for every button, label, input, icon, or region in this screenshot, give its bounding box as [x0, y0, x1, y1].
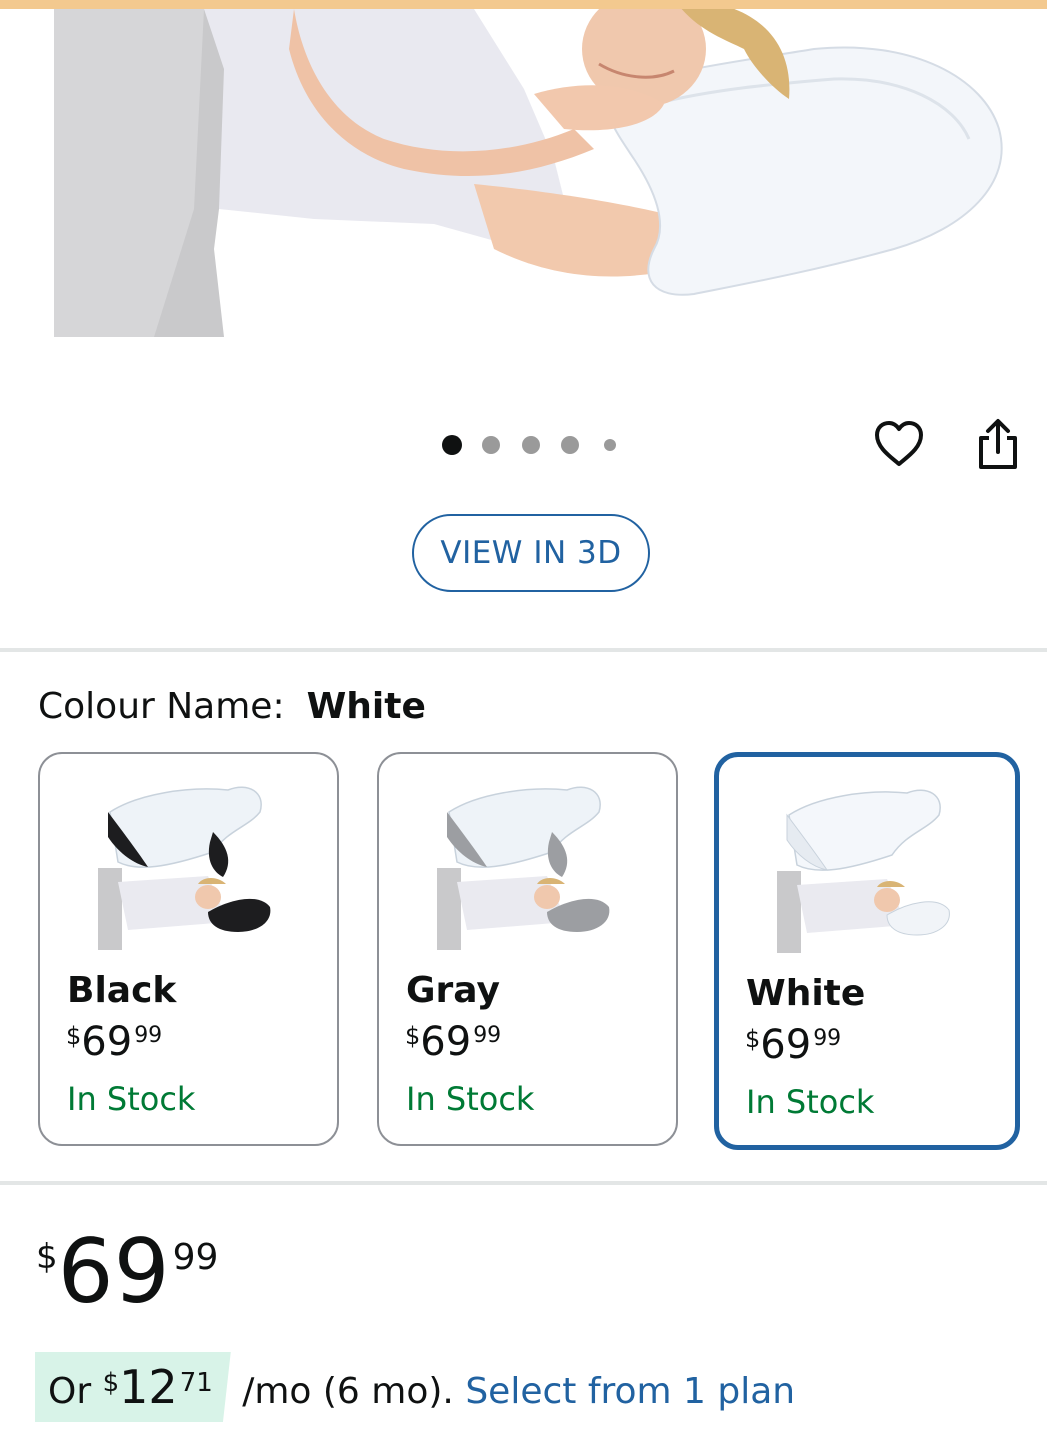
carousel-dot-active[interactable]: [442, 435, 462, 455]
colour-option-price: $6999: [405, 1022, 501, 1062]
gray-pillow-thumbnail: [437, 786, 610, 950]
stock-status: In Stock: [67, 1080, 196, 1118]
view-in-3d-button[interactable]: VIEW IN 3D: [412, 514, 650, 592]
product-photo: [54, 9, 1003, 337]
price-currency: $: [36, 1237, 58, 1277]
installment-plan: Or $1271 /mo (6 mo). Select from 1 plan: [35, 1352, 795, 1422]
black-pillow-thumbnail: [98, 786, 271, 950]
installment-term: /mo (6 mo).: [230, 1371, 466, 1412]
installment-whole: 12: [119, 1360, 178, 1414]
product-price: $6999: [36, 1228, 218, 1316]
colour-option-white[interactable]: White $6999 In Stock: [714, 752, 1020, 1150]
stock-status: In Stock: [746, 1083, 875, 1121]
top-accent-strip: [0, 0, 1047, 9]
colour-option-name: Black: [67, 970, 177, 1011]
select-plan-link[interactable]: Select from 1 plan: [465, 1371, 795, 1412]
section-divider: [0, 648, 1047, 652]
carousel-dot[interactable]: [561, 436, 579, 454]
price-currency: $: [66, 1022, 82, 1050]
price-fraction: 99: [473, 1023, 502, 1048]
installment-amount-badge: Or $1271: [35, 1352, 231, 1422]
carousel-dot[interactable]: [522, 436, 540, 454]
colour-option-name: White: [746, 973, 866, 1014]
price-whole: 69: [760, 1022, 812, 1068]
colour-label-text: Colour Name:: [38, 686, 285, 727]
price-whole: 69: [81, 1019, 133, 1065]
installment-prefix: Or: [48, 1371, 103, 1412]
carousel-dot[interactable]: [604, 439, 616, 451]
colour-option-name: Gray: [406, 970, 500, 1011]
price-fraction: 99: [134, 1023, 163, 1048]
price-currency: $: [745, 1025, 761, 1053]
heart-icon: [875, 421, 923, 466]
share-button[interactable]: [970, 416, 1026, 472]
price-fraction: 99: [172, 1237, 219, 1278]
price-fraction: 99: [813, 1026, 842, 1051]
colour-option-price: $6999: [66, 1022, 162, 1062]
share-icon: [979, 419, 1017, 469]
wishlist-button[interactable]: [871, 416, 927, 472]
colour-option-black[interactable]: Black $6999 In Stock: [38, 752, 339, 1146]
installment-currency: $: [102, 1368, 120, 1398]
carousel-dot[interactable]: [482, 436, 500, 454]
colour-name-label: Colour Name: White: [38, 686, 426, 727]
stock-status: In Stock: [406, 1080, 535, 1118]
colour-option-gray[interactable]: Gray $6999 In Stock: [377, 752, 678, 1146]
installment-fraction: 71: [179, 1368, 213, 1398]
price-whole: 69: [420, 1019, 472, 1065]
white-pillow-thumbnail: [777, 789, 950, 953]
section-divider: [0, 1181, 1047, 1185]
price-whole: 69: [57, 1220, 170, 1323]
selected-colour-value: White: [306, 686, 426, 727]
price-currency: $: [405, 1022, 421, 1050]
colour-option-price: $6999: [745, 1025, 841, 1065]
product-main-image[interactable]: [54, 9, 1014, 337]
